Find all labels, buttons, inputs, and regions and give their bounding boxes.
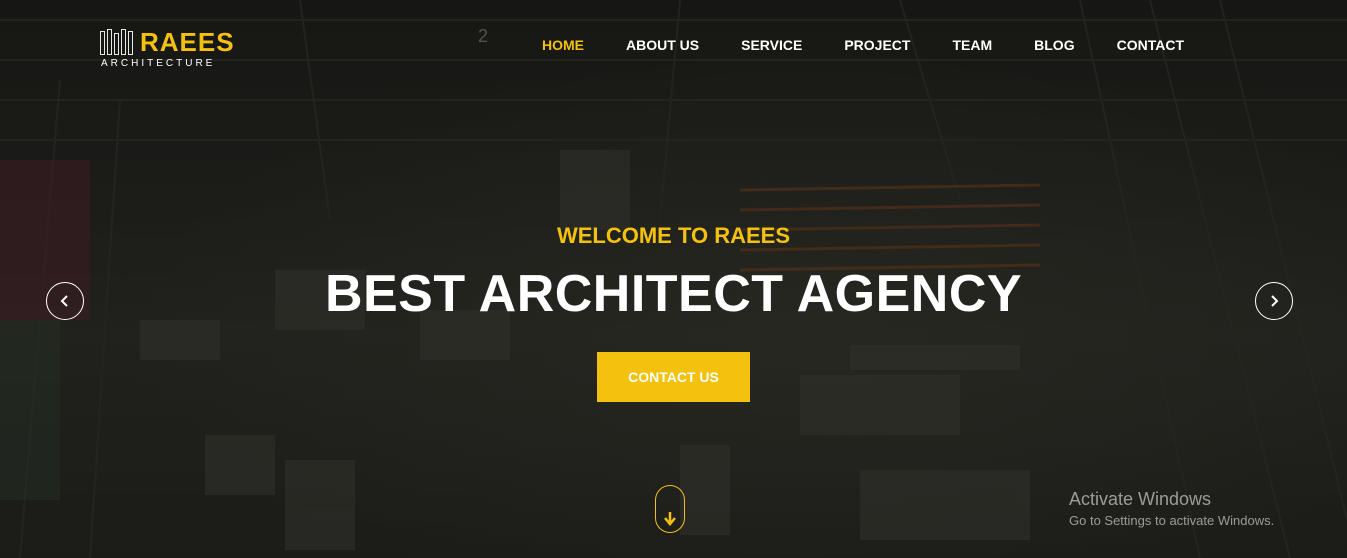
hero-content: WELCOME TO RAEES BEST ARCHITECT AGENCY C…	[0, 222, 1347, 402]
nav-item-project[interactable]: PROJECT	[823, 37, 931, 53]
nav-item-team[interactable]: TEAM	[931, 37, 1013, 53]
brand-logo[interactable]: RAEES ARCHITECTURE	[100, 28, 235, 69]
contact-us-button[interactable]: CONTACT US	[597, 352, 750, 402]
hero-welcome-text: WELCOME TO RAEES	[556, 223, 791, 248]
main-nav: HOME ABOUT US SERVICE PROJECT TEAM BLOG …	[521, 37, 1205, 53]
hero-headline: BEST ARCHITECT AGENCY	[324, 265, 1023, 323]
brand-name: RAEES	[140, 27, 235, 57]
scroll-down-button[interactable]	[655, 485, 685, 533]
nav-item-home[interactable]: HOME	[521, 37, 605, 53]
building-logo-icon	[100, 29, 134, 55]
nav-item-blog[interactable]: BLOG	[1013, 37, 1095, 53]
brand-tagline: ARCHITECTURE	[101, 58, 216, 69]
activate-windows-title: Activate Windows	[1069, 489, 1212, 509]
nav-item-service[interactable]: SERVICE	[720, 37, 823, 53]
nav-item-about-us[interactable]: ABOUT US	[605, 37, 720, 53]
activate-windows-watermark: Activate Windows Go to Settings to activ…	[1069, 488, 1274, 530]
activate-windows-subtitle: Go to Settings to activate Windows.	[1069, 513, 1275, 528]
nav-item-contact[interactable]: CONTACT	[1096, 37, 1205, 53]
hero-slider: 2 RAEES ARCHITECTURE HOME ABOUT US SERVI…	[0, 0, 1347, 558]
arrow-down-icon	[664, 512, 676, 526]
